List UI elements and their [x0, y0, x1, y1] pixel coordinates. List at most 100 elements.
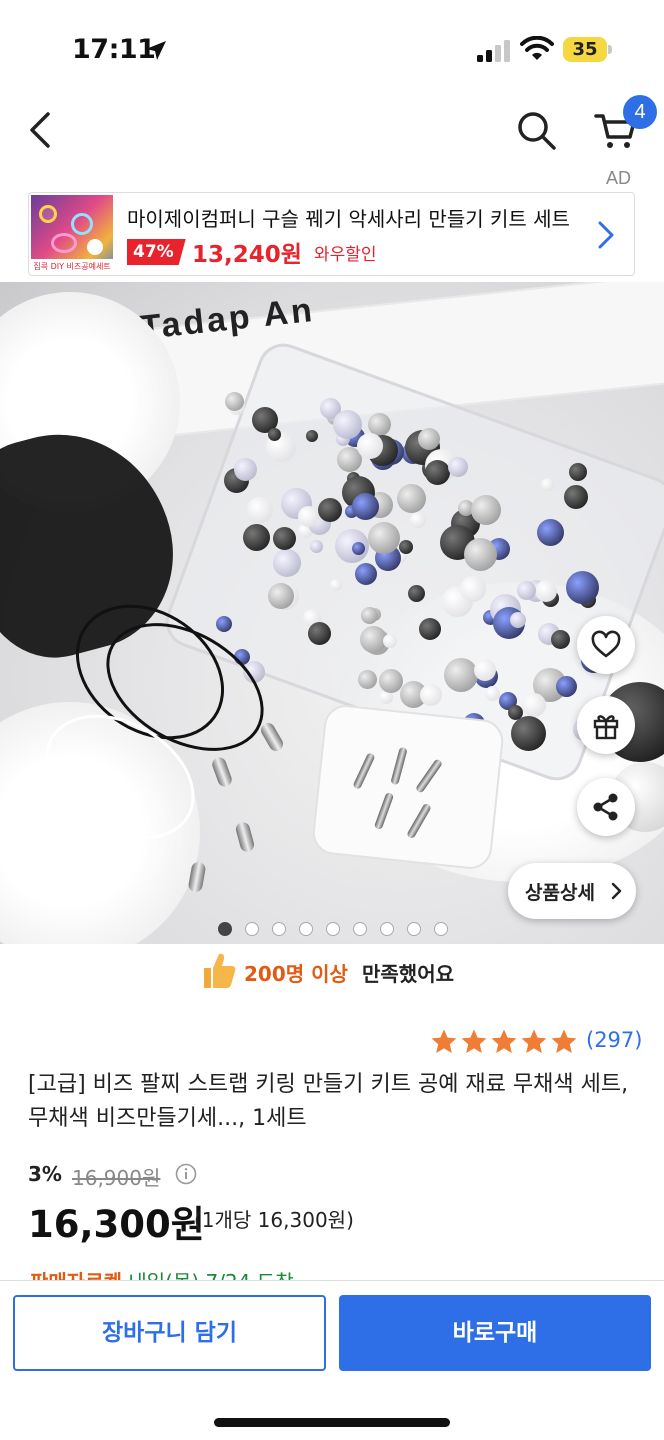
back-arrow-icon[interactable]	[24, 110, 58, 150]
add-to-cart-button[interactable]: 장바구니 담기	[13, 1295, 326, 1371]
image-bead	[297, 505, 319, 527]
image-clasp	[258, 720, 286, 754]
discount-percent: 3%	[28, 1162, 62, 1186]
ad-thumb-bead	[87, 239, 103, 255]
chevron-right-icon[interactable]	[595, 219, 617, 251]
image-bead	[243, 523, 271, 551]
product-detail-label: 상품상세	[525, 882, 595, 904]
ad-discount-badge: 47%	[127, 239, 186, 265]
image-dish	[310, 703, 506, 871]
review-count[interactable]: (297)	[586, 1028, 642, 1052]
image-bead	[510, 715, 546, 751]
satisfaction-text: 만족했어요	[362, 962, 454, 986]
image-bead	[234, 457, 258, 481]
delivery-date: 내일(목) 7/24 도착	[128, 1270, 293, 1280]
delivery-info-line: 판매자로켓 내일(목) 7/24 도착	[30, 1266, 294, 1280]
product-detail-button[interactable]: 상품상세	[508, 863, 636, 919]
bottom-action-bar: 장바구니 담기 바로구매	[0, 1280, 664, 1440]
image-bead	[318, 497, 343, 522]
image-bead	[268, 582, 295, 609]
gift-icon	[593, 715, 619, 740]
image-bead	[568, 462, 587, 481]
image-bead	[471, 494, 502, 525]
ad-banner[interactable]: 집콕 DIY 비즈공예세트 마이제이컴퍼니 구슬 꿰기 악세사리 만들기 키트 …	[28, 192, 635, 276]
star-icon	[431, 1029, 457, 1053]
image-bead	[398, 539, 413, 554]
delivery-badge: 판매자로켓	[30, 1270, 122, 1280]
pager-dot[interactable]	[326, 922, 340, 936]
share-icon	[593, 793, 618, 821]
cellular-signal-icon	[477, 40, 510, 62]
satisfaction-banner: 200명 이상 만족했어요	[0, 950, 664, 996]
image-bead	[354, 563, 377, 586]
image-clasp	[234, 820, 256, 854]
pager-dot[interactable]	[407, 922, 421, 936]
image-bead	[418, 427, 441, 450]
image-bead	[305, 430, 318, 443]
image-pager	[0, 922, 664, 942]
image-bead	[536, 519, 564, 547]
ad-label: AD	[606, 168, 632, 188]
image-bead	[459, 575, 486, 602]
battery-tip	[608, 45, 612, 54]
home-indicator	[214, 1418, 450, 1427]
image-bead	[540, 477, 554, 491]
pager-dot[interactable]	[299, 922, 313, 936]
top-nav	[0, 96, 664, 166]
ad-price: 13,240원	[192, 242, 302, 268]
ad-thumbnail: 집콕 DIY 비즈공예세트	[31, 195, 113, 275]
ad-thumb-bead	[51, 233, 77, 253]
location-arrow-icon	[146, 41, 166, 60]
image-bead	[565, 570, 599, 604]
image-bead	[246, 496, 273, 523]
sale-price: 16,300원	[28, 1203, 205, 1246]
battery-indicator: 35	[563, 37, 607, 62]
ad-thumb-bead	[71, 213, 93, 235]
pager-dot[interactable]	[245, 922, 259, 936]
pager-dot[interactable]	[380, 922, 394, 936]
rating-stars[interactable]	[430, 1028, 580, 1056]
wishlist-button[interactable]	[577, 616, 635, 674]
cart-count-badge[interactable]: 4	[623, 95, 657, 129]
chevron-right-icon	[611, 882, 622, 900]
star-icon	[521, 1029, 547, 1053]
image-bead	[563, 485, 588, 510]
image-bead	[448, 456, 469, 477]
pager-dot[interactable]	[218, 922, 232, 936]
star-icon	[551, 1029, 577, 1053]
image-bead	[534, 579, 557, 602]
ad-thumb-bead	[39, 205, 57, 223]
image-bead	[352, 492, 380, 520]
buy-now-button[interactable]: 바로구매	[339, 1295, 651, 1371]
image-bead	[509, 611, 526, 628]
image-bead	[272, 526, 296, 550]
star-icon	[491, 1029, 517, 1053]
image-bead	[418, 617, 441, 640]
image-bead	[360, 607, 378, 625]
thumbs-up-icon	[204, 953, 236, 988]
image-bead	[463, 537, 497, 571]
image-bead	[419, 684, 442, 707]
search-icon[interactable]	[514, 108, 558, 152]
image-clasp	[210, 755, 234, 789]
pager-dot[interactable]	[272, 922, 286, 936]
share-button[interactable]	[577, 778, 635, 836]
delivery-info: 판매자로켓 내일(목) 7/24 도착	[30, 1266, 650, 1280]
gift-button[interactable]	[577, 696, 635, 754]
wifi-icon	[520, 36, 554, 60]
ad-title[interactable]: 마이제이컴퍼니 구슬 꿰기 악세사리 만들기 키트 세트	[127, 203, 587, 232]
ad-wow-tag: 와우할인	[314, 245, 377, 265]
pager-dot[interactable]	[353, 922, 367, 936]
product-title: [고급] 비즈 팔찌 스트랩 키링 만들기 키트 공예 재료 무채색 세트, 무…	[28, 1072, 629, 1131]
heart-icon	[591, 630, 621, 658]
image-bead	[550, 629, 570, 649]
image-bead	[382, 633, 397, 648]
image-bead	[310, 539, 323, 553]
info-icon[interactable]	[175, 1163, 197, 1185]
image-bead	[351, 541, 365, 555]
status-bar: 17:11 35	[0, 0, 664, 96]
star-icon	[461, 1029, 487, 1053]
product-image-carousel[interactable]: Tadap An 상품상세	[0, 282, 664, 944]
original-price: 16,900원	[72, 1166, 161, 1190]
pager-dot[interactable]	[434, 922, 448, 936]
